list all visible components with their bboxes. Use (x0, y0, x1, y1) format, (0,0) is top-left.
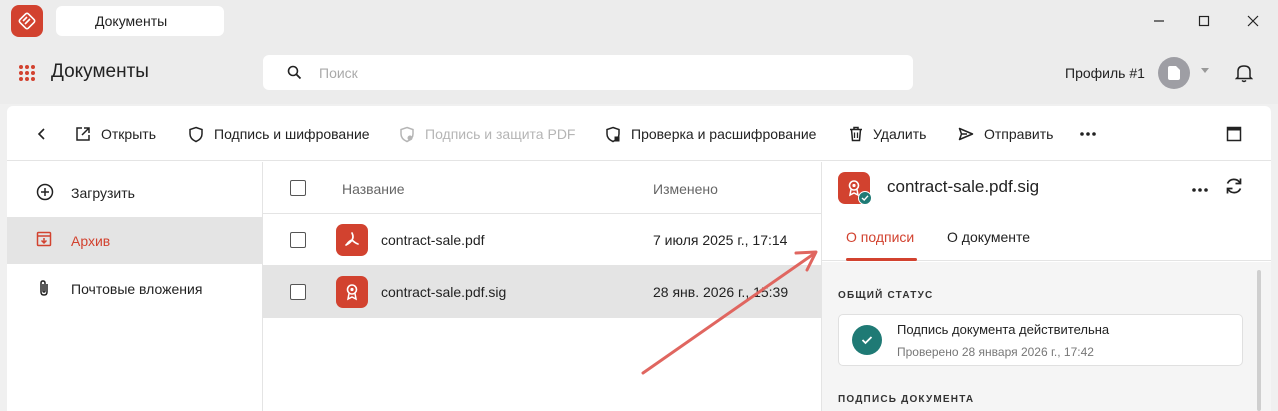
sign-protect-pdf-label: Подпись и защита PDF (425, 126, 576, 142)
send-button[interactable]: Отправить (958, 123, 1053, 145)
scrollbar[interactable] (1257, 270, 1261, 411)
toggle-panel-button[interactable] (1226, 123, 1252, 145)
close-icon[interactable] (1241, 9, 1265, 33)
avatar[interactable] (1158, 57, 1190, 89)
delete-label: Удалить (873, 126, 927, 142)
verified-badge-icon (858, 191, 872, 205)
table-row[interactable]: contract-sale.pdf.sig 28 янв. 2026 г., 1… (263, 266, 821, 318)
external-link-icon (76, 127, 90, 141)
sidebar-item-mail-attachments[interactable]: Почтовые вложения (7, 265, 262, 312)
search-icon (287, 65, 302, 83)
apps-grid-icon[interactable] (18, 64, 36, 82)
tab-label: Документы (95, 13, 168, 29)
profile-name[interactable]: Профиль #1 (1065, 65, 1145, 81)
verify-decrypt-label: Проверка и расшифрование (631, 126, 817, 142)
more-horizontal-icon[interactable] (1192, 179, 1208, 195)
check-circle-icon (852, 325, 882, 355)
file-list: Название Изменено contract-sale.pdf 7 ию… (263, 162, 822, 411)
column-header-modified[interactable]: Изменено (653, 181, 718, 197)
toolbar: Открыть Подпись и шифрование Подпись и з… (7, 106, 1271, 161)
sidebar-item-label: Почтовые вложения (71, 280, 203, 297)
shield-pdf-icon (400, 126, 414, 142)
row-checkbox[interactable] (290, 284, 306, 300)
sidebar: Загрузить Архив Почтовые вложения (7, 162, 263, 411)
page-title: Документы (51, 61, 149, 82)
select-all-checkbox[interactable] (290, 180, 306, 196)
active-tab-indicator (846, 258, 917, 261)
open-button[interactable]: Открыть (75, 123, 156, 145)
bell-icon[interactable] (1234, 63, 1254, 86)
shield-check-icon (606, 126, 620, 142)
plus-circle-icon (36, 183, 54, 204)
sign-encrypt-button[interactable]: Подпись и шифрование (188, 123, 370, 145)
file-list-header: Название Изменено (263, 162, 821, 214)
search-input[interactable] (319, 55, 899, 90)
pdf-file-icon (336, 224, 368, 256)
more-actions-button[interactable] (1080, 123, 1106, 145)
sign-protect-pdf-button[interactable]: Подпись и защита PDF (399, 123, 575, 145)
main-panel: Открыть Подпись и шифрование Подпись и з… (7, 106, 1271, 411)
shield-icon (189, 126, 203, 142)
sidebar-item-archive[interactable]: Архив (7, 217, 262, 264)
maximize-icon[interactable] (1192, 9, 1216, 33)
delete-button[interactable]: Удалить (849, 123, 926, 145)
paperclip-icon (36, 279, 52, 300)
row-checkbox[interactable] (290, 232, 306, 248)
archive-icon (36, 231, 52, 250)
status-card: Подпись документа действительна Проверен… (838, 314, 1243, 366)
app-logo-icon[interactable] (11, 5, 43, 37)
panel-icon (1226, 126, 1242, 142)
tab-about-signature[interactable]: О подписи (846, 229, 914, 245)
verify-decrypt-button[interactable]: Проверка и расшифрование (605, 123, 816, 145)
sign-encrypt-label: Подпись и шифрование (214, 126, 370, 142)
document-signature-label: ПОДПИСЬ ДОКУМЕНТА (838, 394, 975, 405)
details-body: ОБЩИЙ СТАТУС Подпись документа действите… (822, 262, 1271, 411)
table-row[interactable]: contract-sale.pdf 7 июля 2025 г., 17:14 (263, 214, 821, 266)
send-label: Отправить (984, 126, 1054, 142)
status-title: Подпись документа действительна (897, 322, 1110, 337)
file-modified: 7 июля 2025 г., 17:14 (653, 232, 788, 248)
send-icon (958, 127, 974, 141)
minimize-icon[interactable] (1147, 9, 1171, 33)
trash-icon (850, 126, 862, 142)
more-horizontal-icon (1080, 132, 1096, 136)
file-modified: 28 янв. 2026 г., 15:39 (653, 284, 789, 300)
details-tabs: О подписи О документе (822, 222, 1271, 261)
sidebar-item-label: Архив (71, 232, 111, 249)
column-header-name[interactable]: Название (342, 181, 405, 197)
open-label: Открыть (101, 126, 156, 142)
back-button[interactable] (37, 123, 57, 145)
tab-documents[interactable]: Документы (56, 6, 224, 36)
chevron-left-icon (37, 128, 45, 140)
sidebar-item-label: Загрузить (71, 184, 135, 201)
tab-about-document[interactable]: О документе (947, 229, 1030, 245)
search-box[interactable] (263, 55, 913, 90)
app-header: Документы Профиль #1 (0, 42, 1278, 104)
file-name: contract-sale.pdf (381, 232, 485, 248)
overall-status-label: ОБЩИЙ СТАТУС (838, 290, 934, 301)
chevron-down-icon[interactable] (1201, 68, 1209, 73)
refresh-icon[interactable] (1224, 176, 1244, 199)
details-title: contract-sale.pdf.sig (887, 177, 1040, 196)
title-bar: Документы (0, 0, 1278, 42)
status-subtitle: Проверено 28 января 2026 г., 17:42 (897, 345, 1094, 359)
signature-file-icon (336, 276, 368, 308)
file-name: contract-sale.pdf.sig (381, 284, 507, 300)
details-panel: contract-sale.pdf.sig О подписи О докуме… (822, 162, 1271, 411)
sidebar-item-upload[interactable]: Загрузить (7, 169, 262, 216)
